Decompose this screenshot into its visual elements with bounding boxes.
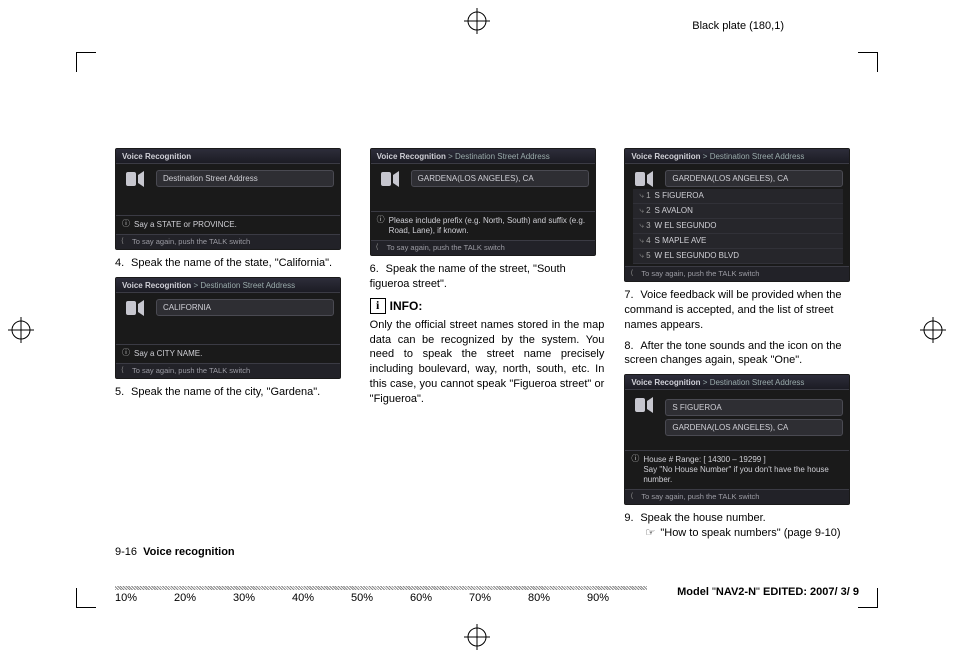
voice-icon (633, 395, 655, 417)
screen-title: Voice Recognition (116, 149, 340, 164)
percent-label: 50% (351, 592, 373, 604)
percent-label: 90% (587, 592, 609, 604)
nav-screen-house-number: Voice Recognition > Destination Street A… (624, 374, 850, 505)
screen-footer: To say again, push the TALK switch (371, 240, 595, 255)
crop-mark (858, 52, 878, 72)
column-2: Voice Recognition > Destination Street A… (370, 148, 605, 547)
screen-field: CALIFORNIA (156, 299, 334, 316)
step-6: 6.Speak the name of the street, "South f… (370, 262, 605, 292)
screen-instruction: House # Range: [ 14300 – 19299 ] Say "No… (625, 450, 849, 489)
list-item: ⤷ 5W EL SEGUNDO BLVD (633, 249, 843, 264)
screen-instruction: Please include prefix (e.g. North, South… (371, 211, 595, 240)
screen-field: GARDENA(LOS ANGELES), CA (665, 170, 843, 187)
percent-label: 80% (528, 592, 550, 604)
registration-mark (464, 624, 490, 650)
percent-label: 20% (174, 592, 196, 604)
step-7: 7.Voice feedback will be provided when t… (624, 288, 859, 333)
page-footer: 9-16 Voice recognition (115, 546, 859, 558)
screen-list: ⤷ 1S FIGUEROA⤷ 2S AVALON⤷ 3W EL SEGUNDO⤷… (633, 189, 843, 264)
nav-screen-street-list: Voice Recognition > Destination Street A… (624, 148, 850, 282)
voice-icon (633, 169, 655, 191)
crop-mark (76, 52, 96, 72)
column-3: Voice Recognition > Destination Street A… (624, 148, 859, 547)
percent-label: 30% (233, 592, 255, 604)
registration-mark (8, 317, 34, 343)
screen-title: Voice Recognition > Destination Street A… (116, 278, 340, 293)
screen-title: Voice Recognition > Destination Street A… (625, 149, 849, 164)
pointer-icon: ☞ (640, 526, 660, 541)
info-heading: i INFO: (370, 298, 605, 314)
percent-label: 40% (292, 592, 314, 604)
info-paragraph: Only the official street names stored in… (370, 318, 605, 407)
screen-instruction: Say a CITY NAME. (116, 344, 340, 363)
screen-title: Voice Recognition > Destination Street A… (371, 149, 595, 164)
step-5: 5.Speak the name of the city, "Gardena". (115, 385, 350, 400)
step-8: 8.After the tone sounds and the icon on … (624, 339, 859, 369)
black-plate-label: Black plate (180,1) (692, 20, 784, 32)
percent-label: 60% (410, 592, 432, 604)
screen-field: GARDENA(LOS ANGELES), CA (411, 170, 589, 187)
step-4: 4.Speak the name of the state, "Californ… (115, 256, 350, 271)
screen-field: GARDENA(LOS ANGELES), CA (665, 419, 843, 436)
step-9: 9.Speak the house number. ☞"How to speak… (624, 511, 859, 541)
voice-icon (124, 298, 146, 320)
list-item: ⤷ 4S MAPLE AVE (633, 234, 843, 249)
list-item: ⤷ 1S FIGUEROA (633, 189, 843, 204)
list-item: ⤷ 3W EL SEGUNDO (633, 219, 843, 234)
registration-mark (464, 8, 490, 34)
screen-footer: To say again, push the TALK switch (625, 489, 849, 504)
percent-label: 70% (469, 592, 491, 604)
info-icon: i (370, 298, 386, 314)
nav-screen-state-prompt: Voice Recognition Destination Street Add… (115, 148, 341, 250)
nav-screen-city-prompt: Voice Recognition > Destination Street A… (115, 277, 341, 379)
list-item: ⤷ 2S AVALON (633, 204, 843, 219)
crop-mark (76, 588, 96, 608)
voice-icon (124, 169, 146, 191)
percent-scale: 10% 20% 30% 40% 50% 60% 70% 80% 90% (115, 586, 859, 602)
voice-icon (379, 169, 401, 191)
screen-footer: To say again, push the TALK switch (625, 266, 849, 281)
registration-mark (920, 317, 946, 343)
screen-footer: To say again, push the TALK switch (116, 234, 340, 249)
column-1: Voice Recognition Destination Street Add… (115, 148, 350, 547)
screen-field: Destination Street Address (156, 170, 334, 187)
screen-title: Voice Recognition > Destination Street A… (625, 375, 849, 390)
cross-reference: ☞"How to speak numbers" (page 9-10) (624, 527, 840, 539)
crop-mark (858, 588, 878, 608)
percent-label: 10% (115, 592, 137, 604)
screen-instruction: Say a STATE or PROVINCE. (116, 215, 340, 234)
screen-field: S FIGUEROA (665, 399, 843, 416)
page-content: Voice Recognition Destination Street Add… (115, 148, 859, 547)
nav-screen-street-prompt: Voice Recognition > Destination Street A… (370, 148, 596, 256)
screen-footer: To say again, push the TALK switch (116, 363, 340, 378)
